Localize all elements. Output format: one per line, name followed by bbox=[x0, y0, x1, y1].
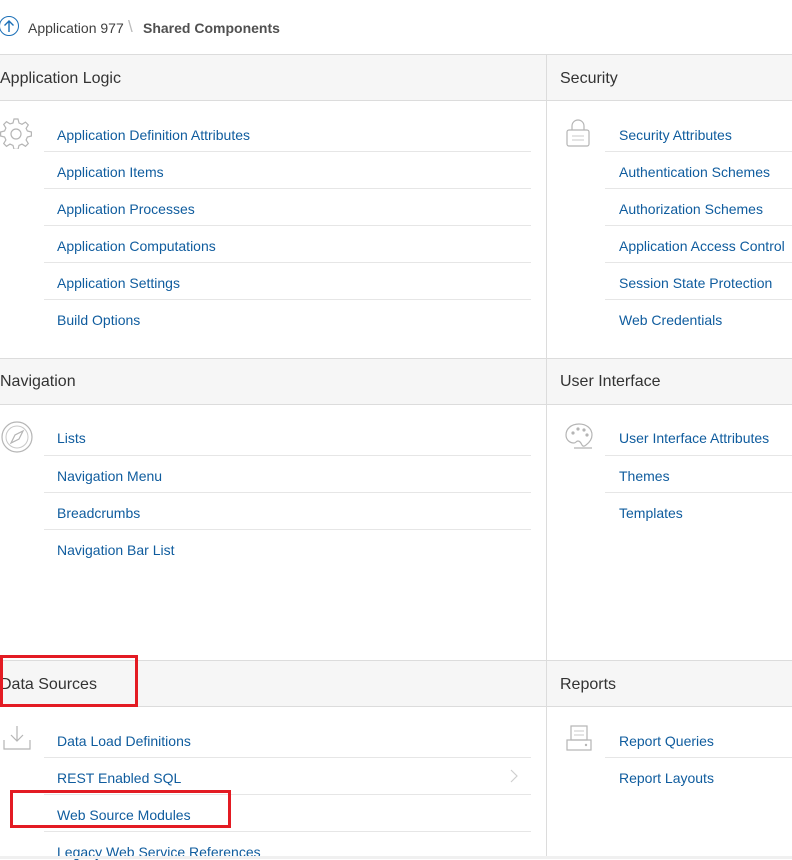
divider bbox=[605, 757, 792, 758]
link-application-definition-attributes[interactable]: Application Definition Attributes bbox=[57, 127, 250, 143]
link-data-load-definitions[interactable]: Data Load Definitions bbox=[57, 733, 191, 749]
breadcrumb-parent-link[interactable]: Application 977 bbox=[28, 20, 124, 36]
download-icon bbox=[2, 724, 32, 757]
divider bbox=[605, 188, 792, 189]
divider bbox=[44, 262, 531, 263]
breadcrumb-separator: \ bbox=[128, 17, 133, 36]
divider bbox=[605, 151, 792, 152]
divider bbox=[44, 529, 531, 530]
link-application-access-control[interactable]: Application Access Control bbox=[619, 238, 785, 254]
divider bbox=[605, 492, 792, 493]
breadcrumb: Application 977 \ Shared Components bbox=[0, 0, 792, 55]
link-web-credentials[interactable]: Web Credentials bbox=[619, 312, 722, 328]
highlight-box-data-sources bbox=[0, 655, 138, 707]
link-navigation-menu[interactable]: Navigation Menu bbox=[57, 468, 162, 484]
link-report-layouts[interactable]: Report Layouts bbox=[619, 770, 714, 786]
lock-icon bbox=[565, 118, 591, 153]
divider bbox=[0, 404, 792, 405]
divider bbox=[44, 299, 531, 300]
palette-icon bbox=[563, 421, 595, 458]
divider bbox=[0, 54, 792, 55]
region-title-application-logic: Application Logic bbox=[0, 70, 121, 87]
link-navigation-bar-list[interactable]: Navigation Bar List bbox=[57, 542, 175, 558]
navigate-up-icon[interactable] bbox=[0, 16, 19, 36]
region-title-navigation: Navigation bbox=[0, 373, 76, 390]
link-application-computations[interactable]: Application Computations bbox=[57, 238, 216, 254]
divider bbox=[44, 831, 531, 832]
divider bbox=[605, 225, 792, 226]
compass-icon bbox=[0, 420, 34, 459]
divider bbox=[0, 100, 792, 101]
region-title-reports: Reports bbox=[560, 676, 617, 693]
link-authentication-schemes[interactable]: Authentication Schemes bbox=[619, 164, 770, 180]
divider bbox=[605, 455, 792, 456]
page-title: Shared Components bbox=[143, 20, 280, 36]
printer-icon bbox=[565, 724, 593, 759]
divider bbox=[44, 492, 531, 493]
highlight-box-web-source-modules bbox=[10, 790, 231, 828]
link-templates[interactable]: Templates bbox=[619, 505, 683, 521]
link-themes[interactable]: Themes bbox=[619, 468, 670, 484]
divider bbox=[605, 299, 792, 300]
link-build-options[interactable]: Build Options bbox=[57, 312, 140, 328]
link-application-items[interactable]: Application Items bbox=[57, 164, 164, 180]
region-header-band bbox=[0, 359, 792, 404]
link-lists[interactable]: Lists bbox=[57, 430, 86, 446]
divider bbox=[605, 262, 792, 263]
column-divider bbox=[546, 55, 547, 859]
chevron-right-icon bbox=[510, 769, 518, 788]
divider bbox=[44, 455, 531, 456]
link-report-queries[interactable]: Report Queries bbox=[619, 733, 714, 749]
gear-icon bbox=[0, 117, 32, 154]
region-title-security: Security bbox=[560, 70, 618, 87]
divider bbox=[44, 225, 531, 226]
divider bbox=[44, 188, 531, 189]
divider bbox=[44, 151, 531, 152]
link-rest-enabled-sql[interactable]: REST Enabled SQL bbox=[57, 770, 181, 786]
link-user-interface-attributes[interactable]: User Interface Attributes bbox=[619, 430, 769, 446]
link-breadcrumbs[interactable]: Breadcrumbs bbox=[57, 505, 140, 521]
link-session-state-protection[interactable]: Session State Protection bbox=[619, 275, 772, 291]
link-application-settings[interactable]: Application Settings bbox=[57, 275, 180, 291]
region-title-user-interface: User Interface bbox=[560, 373, 661, 390]
link-security-attributes[interactable]: Security Attributes bbox=[619, 127, 732, 143]
link-application-processes[interactable]: Application Processes bbox=[57, 201, 195, 217]
link-authorization-schemes[interactable]: Authorization Schemes bbox=[619, 201, 763, 217]
divider bbox=[0, 358, 792, 359]
divider bbox=[44, 757, 531, 758]
